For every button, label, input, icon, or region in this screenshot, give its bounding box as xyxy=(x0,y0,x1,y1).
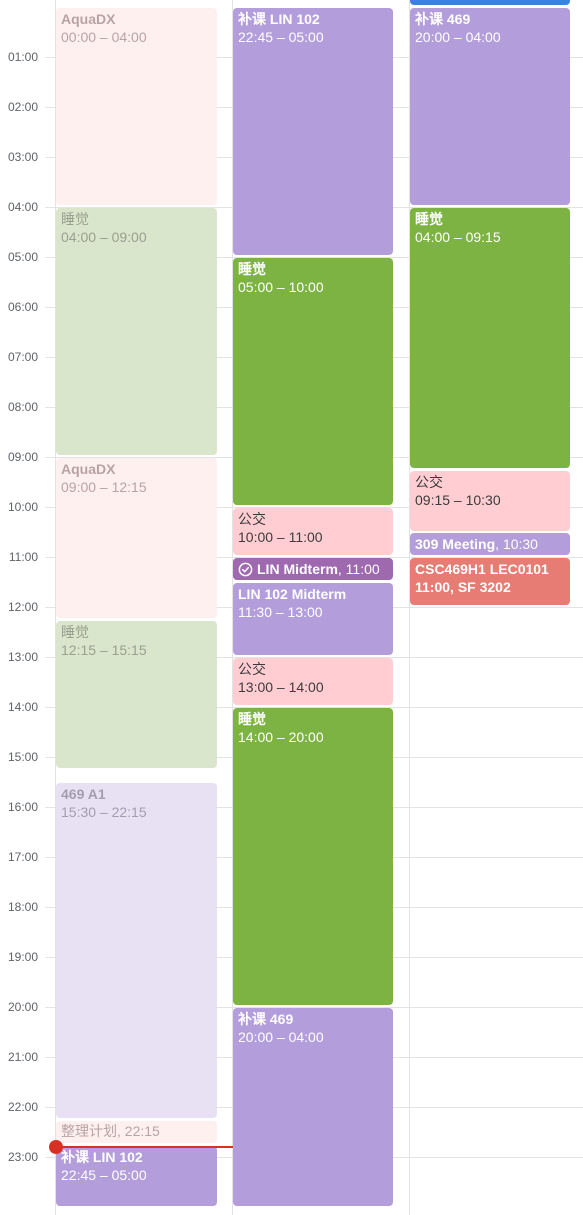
event-title: 睡觉 xyxy=(61,624,89,640)
event-sleep[interactable]: 睡觉 04:00 – 09:15 xyxy=(410,208,570,468)
time-label: 03:00 xyxy=(7,150,38,164)
time-label: 04:00 xyxy=(7,200,38,214)
event-time: 15:30 – 22:15 xyxy=(61,804,147,820)
event-csc469-lecture[interactable]: CSC469H1 LEC0101 11:00, SF 3202 xyxy=(410,558,570,605)
event-title: 公交 xyxy=(238,661,266,677)
event-time: 13:00 – 14:00 xyxy=(238,679,324,695)
event-time: 22:45 – 05:00 xyxy=(61,1167,147,1183)
time-label: 01:00 xyxy=(7,50,38,64)
time-label: 12:00 xyxy=(7,600,38,614)
time-label: 14:00 xyxy=(7,700,38,714)
event-aquadx[interactable]: AquaDX 09:00 – 12:15 xyxy=(56,458,217,618)
event-sleep[interactable]: 睡觉 12:15 – 15:15 xyxy=(56,621,217,768)
event-title: 补课 LIN 102 xyxy=(238,11,320,27)
event-time: 20:00 – 04:00 xyxy=(415,29,501,45)
event-time: 09:15 – 10:30 xyxy=(415,492,501,508)
time-label: 23:00 xyxy=(7,1150,38,1164)
time-label: 07:00 xyxy=(7,350,38,364)
event-title: AquaDX xyxy=(61,11,116,27)
event-bus[interactable]: 公交 09:15 – 10:30 xyxy=(410,471,570,531)
event-title: 469 A1 xyxy=(61,786,106,802)
event-sleep[interactable]: 睡觉 05:00 – 10:00 xyxy=(233,258,393,505)
time-label: 18:00 xyxy=(7,900,38,914)
event-bus[interactable]: 公交 13:00 – 14:00 xyxy=(233,658,393,705)
time-label: 08:00 xyxy=(7,400,38,414)
event-title: 补课 469 xyxy=(238,1011,294,1027)
event-title: 补课 LIN 102 xyxy=(61,1149,143,1165)
event-lin-midterm-task[interactable]: LIN Midterm, 11:00 xyxy=(233,558,393,580)
event-title: 公交 xyxy=(415,474,443,490)
event-organize-plan[interactable]: 整理计划, 22:15 xyxy=(56,1121,217,1143)
event-title: 睡觉 xyxy=(238,711,266,727)
event-time: 14:00 – 20:00 xyxy=(238,729,324,745)
event-time: 05:00 – 10:00 xyxy=(238,279,324,295)
event-title: 309 Meeting, 10:30 xyxy=(415,536,538,552)
time-label: 02:00 xyxy=(7,100,38,114)
event-time: 11:30 – 13:00 xyxy=(238,604,323,620)
event-title: 睡觉 xyxy=(238,261,266,277)
time-label: 13:00 xyxy=(7,650,38,664)
event-clipped-top[interactable] xyxy=(410,0,570,5)
time-label: 22:00 xyxy=(7,1100,38,1114)
time-label: 16:00 xyxy=(7,800,38,814)
event-time: 04:00 – 09:00 xyxy=(61,229,147,245)
event-title: LIN Midterm, 11:00 xyxy=(257,561,380,577)
event-makeup-lin102[interactable]: 补课 LIN 102 22:45 – 05:00 xyxy=(56,1146,217,1206)
event-time: 04:00 – 09:15 xyxy=(415,229,501,245)
time-label: 10:00 xyxy=(7,500,38,514)
event-time: 20:00 – 04:00 xyxy=(238,1029,324,1045)
time-label: 15:00 xyxy=(7,750,38,764)
event-title: AquaDX xyxy=(61,461,116,477)
time-label: 06:00 xyxy=(7,300,38,314)
event-title: 睡觉 xyxy=(61,211,89,227)
event-title: 公交 xyxy=(238,511,266,527)
current-time-dot xyxy=(49,1140,63,1154)
time-label: 11:00 xyxy=(8,550,38,564)
current-time-line xyxy=(56,1146,233,1148)
event-aquadx[interactable]: AquaDX 00:00 – 04:00 xyxy=(56,8,217,205)
time-label: 21:00 xyxy=(7,1050,38,1064)
event-sleep[interactable]: 睡觉 14:00 – 20:00 xyxy=(233,708,393,1005)
event-title: CSC469H1 LEC0101 xyxy=(415,561,549,577)
time-label: 05:00 xyxy=(7,250,38,264)
event-title: 睡觉 xyxy=(415,211,443,227)
event-time: 22:45 – 05:00 xyxy=(238,29,324,45)
event-time: 10:00 – 11:00 xyxy=(238,529,323,545)
event-title: 整理计划, 22:15 xyxy=(61,1123,160,1139)
event-469-a1[interactable]: 469 A1 15:30 – 22:15 xyxy=(56,783,217,1118)
event-time: 11:00, SF 3202 xyxy=(415,579,511,595)
time-label: 20:00 xyxy=(7,1000,38,1014)
event-time: 12:15 – 15:15 xyxy=(61,642,147,658)
event-time: 00:00 – 04:00 xyxy=(61,29,147,45)
time-label: 19:00 xyxy=(7,950,38,964)
time-label: 17:00 xyxy=(7,850,38,864)
event-title: 补课 469 xyxy=(415,11,471,27)
event-time: 09:00 – 12:15 xyxy=(61,479,147,495)
event-makeup-lin102[interactable]: 补课 LIN 102 22:45 – 05:00 xyxy=(233,8,393,255)
check-circle-icon xyxy=(238,562,253,580)
event-title: LIN 102 Midterm xyxy=(238,586,347,602)
event-bus[interactable]: 公交 10:00 – 11:00 xyxy=(233,508,393,555)
event-makeup-469[interactable]: 补课 469 20:00 – 04:00 xyxy=(233,1008,393,1206)
event-309-meeting[interactable]: 309 Meeting, 10:30 xyxy=(410,533,570,555)
event-sleep[interactable]: 睡觉 04:00 – 09:00 xyxy=(56,208,217,455)
time-label: 09:00 xyxy=(7,450,38,464)
event-makeup-469[interactable]: 补课 469 20:00 – 04:00 xyxy=(410,8,570,205)
event-lin102-midterm[interactable]: LIN 102 Midterm 11:30 – 13:00 xyxy=(233,583,393,655)
